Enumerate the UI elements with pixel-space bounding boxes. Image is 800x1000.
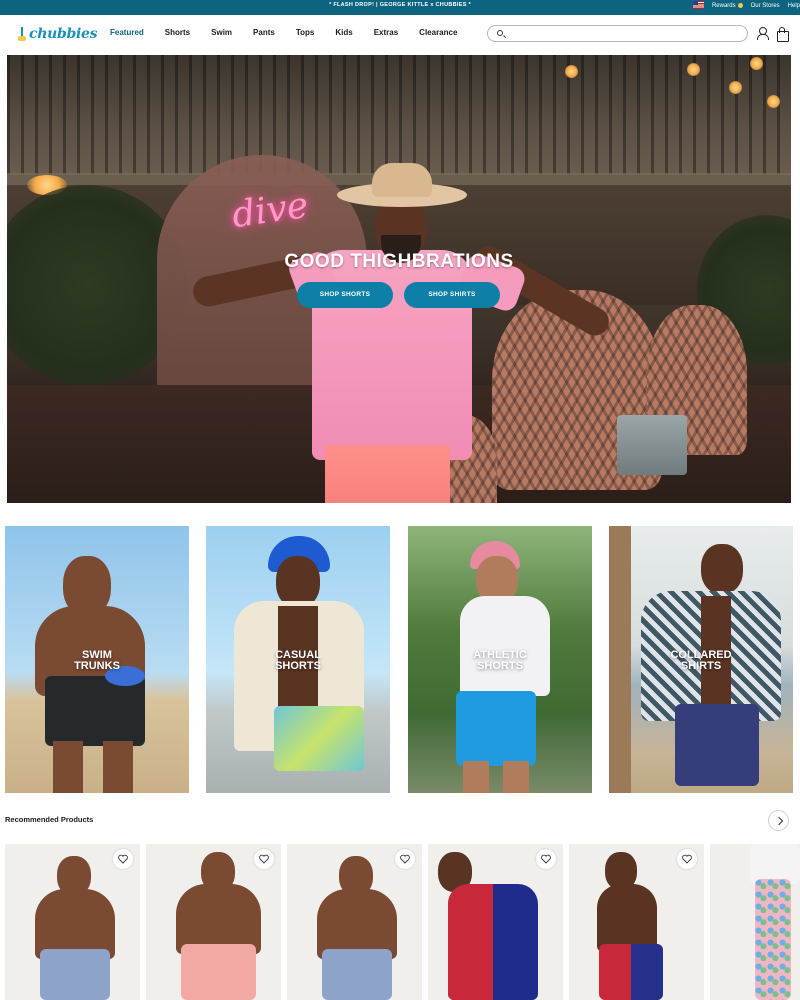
- search-input[interactable]: [508, 28, 738, 39]
- model-shorts: [675, 704, 759, 786]
- wishlist-button[interactable]: [254, 849, 274, 869]
- account-icon[interactable]: [756, 27, 769, 40]
- wishlist-button[interactable]: [113, 849, 133, 869]
- announcement-bar: * FLASH DROP! | GEORGE KITTLE x CHUBBIES…: [0, 0, 800, 15]
- model-leg: [53, 741, 83, 793]
- side-table: [617, 415, 687, 475]
- promo-text[interactable]: * FLASH DROP! | GEORGE KITTLE x CHUBBIES…: [0, 2, 800, 8]
- rewards-label: Rewards: [711, 3, 736, 10]
- rewards-link[interactable]: Rewards: [711, 2, 743, 10]
- string-light: [750, 57, 763, 70]
- category-tile-athletic-shorts[interactable]: ATHLETIC SHORTS: [408, 526, 592, 793]
- model-shorts: [274, 706, 364, 771]
- shop-shirts-button[interactable]: SHOP SHIRTS: [404, 282, 500, 308]
- wishlist-button[interactable]: [536, 849, 556, 869]
- model-head: [701, 544, 743, 594]
- heart-icon: [541, 854, 551, 864]
- chevron-right-icon[interactable]: [768, 810, 789, 831]
- logo[interactable]: chubbies: [17, 24, 97, 44]
- nav-item-tops[interactable]: Tops: [296, 28, 315, 37]
- stores-link[interactable]: Our Stores: [751, 3, 780, 9]
- model-shorts: [181, 944, 256, 1000]
- main-nav: chubbies Featured Shorts Swim Pants Tops…: [0, 15, 800, 53]
- bag-icon[interactable]: [776, 27, 789, 42]
- hero-headline: GOOD THIGHBRATIONS: [284, 251, 514, 272]
- category-tile-swim-trunks[interactable]: SWIM TRUNKS: [5, 526, 189, 793]
- model-athletic-shorts: [456, 691, 536, 766]
- nav-item-pants[interactable]: Pants: [253, 28, 275, 37]
- model-torso: [597, 884, 657, 952]
- nav-item-extras[interactable]: Extras: [374, 28, 398, 37]
- search-icon[interactable]: [497, 30, 503, 36]
- heart-icon: [259, 854, 269, 864]
- product-card[interactable]: [287, 844, 422, 1000]
- recommended-title: Recommended Products: [5, 815, 94, 824]
- logo-icon: [17, 27, 27, 41]
- product-card[interactable]: [569, 844, 704, 1000]
- rewards-icon: [737, 2, 743, 8]
- category-tile-collared-shirts[interactable]: COLLARED SHIRTS: [609, 526, 793, 793]
- hero-bg-balcony: [7, 55, 791, 175]
- model-trunks: [45, 676, 145, 746]
- wishlist-button[interactable]: [395, 849, 415, 869]
- nav-item-swim[interactable]: Swim: [211, 28, 232, 37]
- heart-icon: [682, 854, 692, 864]
- search-bar[interactable]: [487, 25, 748, 42]
- model-leg: [103, 741, 133, 793]
- model-tshirt: [460, 596, 550, 696]
- nav-item-kids[interactable]: Kids: [335, 28, 352, 37]
- product-card[interactable]: [5, 844, 140, 1000]
- heart-icon: [400, 854, 410, 864]
- model-shirt: [750, 844, 800, 884]
- utility-links: Rewards Our Stores Help: [685, 1, 800, 11]
- string-light: [687, 63, 700, 76]
- shorts-panel: [631, 944, 663, 1000]
- heart-icon: [118, 854, 128, 864]
- category-label: ATHLETIC SHORTS: [473, 649, 527, 672]
- flag-icon[interactable]: [692, 1, 704, 11]
- help-link[interactable]: Help: [788, 3, 800, 9]
- category-label: COLLARED SHIRTS: [670, 649, 732, 672]
- string-light: [565, 65, 578, 78]
- pajama-panel: [448, 884, 493, 1000]
- product-card[interactable]: [146, 844, 281, 1000]
- category-tile-casual-shorts[interactable]: CASUAL SHORTS: [206, 526, 390, 793]
- model-leg: [463, 761, 489, 793]
- nav-item-shorts[interactable]: Shorts: [165, 28, 190, 37]
- hero-banner[interactable]: dive GOOD THIGHBRATIONS SHOP SHORTS SHOP…: [7, 55, 791, 503]
- shop-shorts-button[interactable]: SHOP SHORTS: [297, 282, 393, 308]
- logo-wordmark: chubbies: [29, 26, 98, 42]
- category-label: SWIM TRUNKS: [74, 649, 120, 672]
- model-leg: [503, 761, 529, 793]
- product-card[interactable]: [710, 844, 800, 1000]
- string-light: [767, 95, 780, 108]
- model-shorts: [322, 949, 392, 1000]
- model-shorts: [40, 949, 110, 1000]
- model-pajama-pants: [755, 879, 791, 1000]
- wishlist-button[interactable]: [677, 849, 697, 869]
- model-hat-crown: [372, 163, 432, 197]
- nav-menu: Featured Shorts Swim Pants Tops Kids Ext…: [110, 28, 478, 37]
- string-light: [729, 81, 742, 94]
- product-card[interactable]: [428, 844, 563, 1000]
- model-pink-shorts: [325, 445, 450, 503]
- category-label: CASUAL SHORTS: [275, 649, 321, 672]
- nav-item-clearance[interactable]: Clearance: [419, 28, 457, 37]
- nav-item-featured[interactable]: Featured: [110, 28, 144, 37]
